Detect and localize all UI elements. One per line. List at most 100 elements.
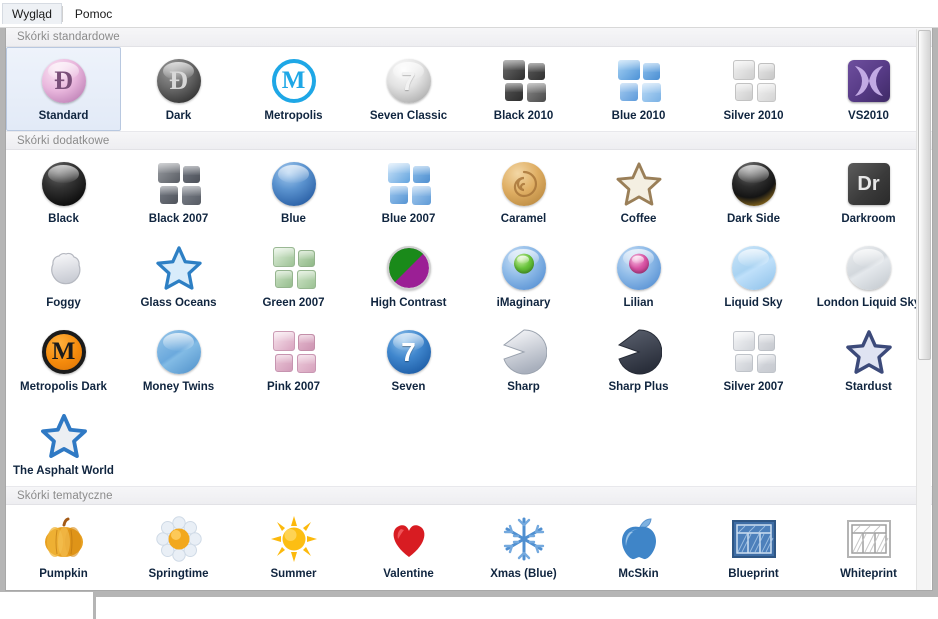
skin-item[interactable]: Green 2007: [236, 234, 351, 318]
skin-item-label: High Contrast: [370, 297, 447, 309]
pac-silver-icon: [500, 328, 548, 376]
skin-item[interactable]: VS2010: [811, 47, 926, 131]
apple-shape: [621, 518, 656, 560]
skin-item-label: Pink 2007: [266, 381, 321, 393]
skin-item[interactable]: London Liquid Sky: [811, 234, 926, 318]
skin-item-label: Lilian: [623, 297, 654, 309]
scrollbar-thumb[interactable]: [918, 30, 931, 360]
skin-item-label: Black 2010: [493, 110, 554, 122]
skin-item[interactable]: Glass Oceans: [121, 234, 236, 318]
skin-item-label: Money Twins: [142, 381, 215, 393]
skin-item[interactable]: M Metropolis Dark: [6, 318, 121, 402]
sphere-london-icon: [845, 244, 893, 292]
skin-item-label: Caramel: [500, 213, 547, 225]
skin-item-label: Blue 2010: [611, 110, 666, 122]
skin-item[interactable]: Dark Side: [696, 150, 811, 234]
cloud-shape: [50, 252, 80, 285]
star-blue-icon: [155, 244, 203, 292]
skin-item[interactable]: 7 Seven Classic: [351, 47, 466, 131]
skin-grid-2: Black Black 2007 Blue Blue 2007 Caramel Coffe…: [6, 150, 932, 486]
skin-item[interactable]: Đ Dark: [121, 47, 236, 131]
skin-grid-3: Pumpkin Springtime Summer Valentine Xmas (Bl…: [6, 505, 932, 590]
skin-item[interactable]: High Contrast: [351, 234, 466, 318]
sphere-black-icon: [40, 160, 88, 208]
pumpkin-icon: [40, 515, 88, 563]
tiles-pink-icon: [270, 328, 318, 376]
skin-item[interactable]: Đ Standard: [6, 47, 121, 131]
skin-item-label: Springtime: [148, 568, 209, 580]
skin-item[interactable]: Sharp: [466, 318, 581, 402]
skin-item[interactable]: Xmas (Blue): [466, 505, 581, 590]
skin-item-label: VS2010: [848, 110, 889, 122]
skin-item[interactable]: Caramel: [466, 150, 581, 234]
skin-item-label: Metropolis Dark: [20, 381, 107, 393]
skin-item[interactable]: Blue 2007: [351, 150, 466, 234]
menu-item-wyglad[interactable]: Wygląd: [2, 3, 62, 24]
skin-item[interactable]: Whiteprint: [811, 505, 926, 590]
skin-item[interactable]: McSkin: [581, 505, 696, 590]
skin-item[interactable]: Springtime: [121, 505, 236, 590]
skin-item-label: Liquid Sky: [724, 297, 783, 309]
sphere-money-icon: [155, 328, 203, 376]
sun-icon: [270, 515, 318, 563]
skin-item-label: Sharp Plus: [608, 381, 669, 393]
skin-item[interactable]: iMaginary: [466, 234, 581, 318]
cloud-foggy-icon: [40, 244, 88, 292]
skin-item-label: Metropolis: [264, 110, 323, 122]
star-coffee-icon: [615, 160, 663, 208]
star-shape: [155, 246, 202, 290]
star-stardust-icon: [845, 328, 893, 376]
skin-item[interactable]: Summer: [236, 505, 351, 590]
vs2010-purple-x-icon: [845, 57, 893, 105]
skin-item[interactable]: M Metropolis: [236, 47, 351, 131]
skin-item[interactable]: Black 2007: [121, 150, 236, 234]
skin-item-label: The Asphalt World: [13, 465, 114, 477]
skin-item[interactable]: The Asphalt World: [6, 402, 121, 486]
skin-item[interactable]: Blue 2010: [581, 47, 696, 131]
skin-item[interactable]: Pink 2007: [236, 318, 351, 402]
tiles-blue-icon: [615, 57, 663, 105]
tiles-black-icon: [500, 57, 548, 105]
whiteprint-shape: [846, 520, 891, 558]
skin-item[interactable]: Black: [6, 150, 121, 234]
skin-item[interactable]: Lilian: [581, 234, 696, 318]
skin-item-label: Pumpkin: [39, 568, 88, 580]
skin-item[interactable]: Coffee: [581, 150, 696, 234]
skin-item[interactable]: Silver 2007: [696, 318, 811, 402]
backdrop-white-left: [0, 592, 93, 619]
skin-item[interactable]: Foggy: [6, 234, 121, 318]
snowflake-shape: [503, 517, 544, 561]
skin-item-label: Foggy: [46, 297, 81, 309]
skin-item[interactable]: Blue: [236, 150, 351, 234]
gallery-scrollbar[interactable]: [916, 29, 931, 590]
backdrop-white-right: [96, 597, 938, 619]
sphere-blue-icon: [270, 160, 318, 208]
skin-item-label: Sharp: [507, 381, 540, 393]
skin-item-label: Xmas (Blue): [490, 568, 557, 580]
heart-shape: [393, 525, 424, 557]
menu-item-pomoc[interactable]: Pomoc: [65, 3, 122, 25]
tiles-blue2007-icon: [385, 160, 433, 208]
skin-item[interactable]: Sharp Plus: [581, 318, 696, 402]
skin-item[interactable]: Dr Darkroom: [811, 150, 926, 234]
skin-item-label: Standard: [38, 110, 89, 122]
daisy-shape: [155, 516, 202, 562]
skin-item[interactable]: Stardust: [811, 318, 926, 402]
sun-shape: [270, 516, 317, 562]
skin-item[interactable]: Pumpkin: [6, 505, 121, 590]
skin-item[interactable]: Blueprint: [696, 505, 811, 590]
skin-chooser-window: Wygląd Pomoc Skórki standardowe Đ Standard…: [0, 0, 938, 619]
skin-item[interactable]: Liquid Sky: [696, 234, 811, 318]
skin-item[interactable]: Valentine: [351, 505, 466, 590]
skin-item[interactable]: Silver 2010: [696, 47, 811, 131]
skin-item[interactable]: 7 Seven: [351, 318, 466, 402]
ring-m-blue-icon: M: [270, 57, 318, 105]
circle-m-orange-icon: M: [40, 328, 88, 376]
skin-item-label: Blue 2007: [381, 213, 436, 225]
skin-item[interactable]: Black 2010: [466, 47, 581, 131]
whiteprint-icon: [845, 515, 893, 563]
pumpkin-shape: [44, 517, 83, 557]
star-shape: [616, 162, 661, 206]
skin-item[interactable]: Money Twins: [121, 318, 236, 402]
skin-item-label: Black: [48, 213, 79, 225]
